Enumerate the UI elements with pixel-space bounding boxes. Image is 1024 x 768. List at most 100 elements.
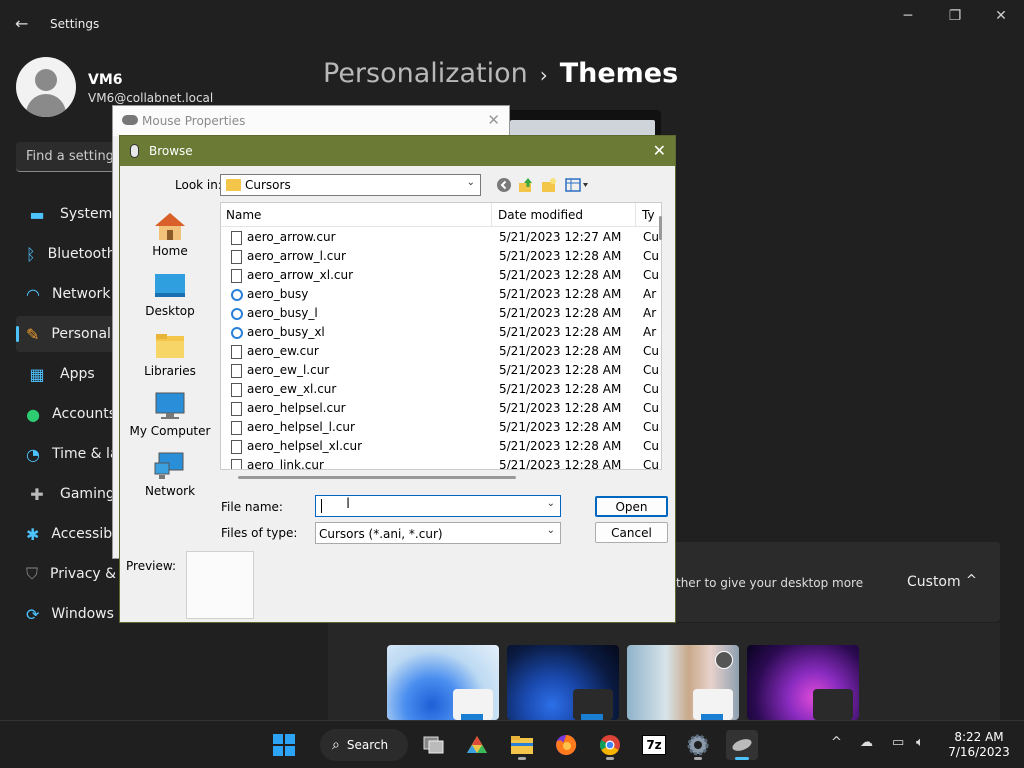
file-row[interactable]: aero_helpsel.cur 5/21/2023 12:28 AM Cu	[221, 399, 661, 418]
horizontal-scrollbar[interactable]	[238, 476, 516, 479]
file-row[interactable]: aero_ew_l.cur 5/21/2023 12:28 AM Cu	[221, 361, 661, 380]
nav-item[interactable]: ▬ System	[16, 196, 116, 232]
nav-item[interactable]: ◠Network & internet	[16, 276, 186, 312]
column-divider[interactable]	[491, 203, 492, 227]
file-row[interactable]: aero_arrow.cur 5/21/2023 12:27 AM Cu	[221, 228, 661, 247]
clock[interactable]: 8:22 AM 7/16/2023	[944, 730, 1014, 760]
column-header-type[interactable]: Ty	[642, 208, 655, 222]
brush-icon: ✎	[26, 324, 40, 344]
7zip-icon[interactable]: 7z	[638, 730, 670, 760]
file-explorer-icon[interactable]	[506, 730, 538, 760]
file-date: 5/21/2023 12:27 AM	[499, 230, 622, 244]
photos-icon[interactable]	[461, 730, 493, 760]
close-icon[interactable]: ✕	[487, 111, 500, 129]
home-icon	[155, 213, 185, 240]
place-label: My Computer	[129, 424, 211, 438]
place-my-computer[interactable]: My Computer	[120, 387, 220, 447]
window-title: Settings	[50, 17, 100, 31]
place-desktop[interactable]: Desktop	[120, 267, 220, 327]
task-view-icon[interactable]	[418, 730, 450, 760]
file-type: Cu	[643, 249, 659, 263]
chevron-down-icon[interactable]: ⌄	[547, 498, 555, 509]
open-button[interactable]: Open	[595, 496, 668, 517]
active-indicator	[735, 757, 749, 760]
file-row[interactable]: aero_link.cur 5/21/2023 12:28 AM Cu	[221, 456, 661, 469]
preview-label: Preview:	[126, 559, 177, 573]
file-date: 5/21/2023 12:28 AM	[499, 325, 622, 339]
theme-thumbnail-glow[interactable]	[627, 645, 739, 720]
start-button[interactable]	[268, 730, 300, 760]
column-header-date-modified[interactable]: Date modified	[498, 208, 583, 222]
theme-thumbnail-windows-light[interactable]	[387, 645, 499, 720]
nav-item[interactable]: ✎ Personalization	[16, 316, 158, 352]
file-row[interactable]: aero_busy 5/21/2023 12:28 AM Ar	[221, 285, 661, 304]
taskbar: ⌕ Search 7z ^ ☁ ▭ 🔈︎ 8:22 AM 7/16/2023	[0, 720, 1024, 768]
file-row[interactable]: aero_arrow_xl.cur 5/21/2023 12:28 AM Cu	[221, 266, 661, 285]
nav-item[interactable]: ⛉ Privacy & security	[16, 556, 176, 592]
file-row[interactable]: aero_helpsel_l.cur 5/21/2023 12:28 AM Cu	[221, 418, 661, 437]
back-arrow-icon[interactable]: ←	[15, 14, 28, 33]
nav-item[interactable]: ◔Time & language	[16, 436, 171, 472]
cloud-offline-icon[interactable]: ☁	[860, 735, 873, 750]
file-row[interactable]: aero_helpsel_xl.cur 5/21/2023 12:28 AM Cu	[221, 437, 661, 456]
cancel-button[interactable]: Cancel	[595, 522, 668, 543]
files-of-type-dropdown[interactable]: Cursors (*.ani, *.cur) ⌄	[315, 522, 561, 544]
chevron-down-icon[interactable]: ⌄	[467, 177, 475, 188]
chrome-icon[interactable]	[594, 730, 626, 760]
volume-icon[interactable]: 🔈︎	[916, 735, 924, 750]
breadcrumb-parent[interactable]: Personalization	[323, 58, 528, 89]
settings-search-input[interactable]: Find a setting	[16, 142, 116, 172]
up-folder-icon[interactable]	[517, 176, 535, 194]
file-row[interactable]: aero_ew_xl.cur 5/21/2023 12:28 AM Cu	[221, 380, 661, 399]
file-name-input[interactable]: ⌄	[315, 495, 561, 517]
column-header-name[interactable]: Name	[226, 208, 261, 222]
maximize-icon[interactable]: ❐	[940, 8, 970, 24]
back-icon[interactable]	[495, 176, 513, 194]
taskbar-search[interactable]: ⌕ Search	[320, 729, 408, 761]
user-avatar[interactable]	[16, 57, 76, 117]
place-home[interactable]: Home	[120, 207, 220, 267]
close-icon[interactable]: ✕	[986, 8, 1016, 24]
theme-thumbnail-captured-motion[interactable]	[747, 645, 859, 720]
nav-item[interactable]: ● Accounts	[16, 396, 116, 432]
nav-item[interactable]: ✚ Gaming	[16, 476, 116, 512]
file-list[interactable]: ^ Name Date modified Ty aero_arrow.cur 5/…	[220, 202, 662, 470]
look-in-dropdown[interactable]: Cursors ⌄	[220, 174, 481, 196]
place-label: Libraries	[144, 364, 196, 378]
breadcrumb-separator: ›	[539, 62, 548, 87]
theme-mini-window	[573, 689, 613, 720]
file-row[interactable]: aero_ew.cur 5/21/2023 12:28 AM Cu	[221, 342, 661, 361]
nav-item[interactable]: ⟳ Windows Update	[16, 596, 169, 632]
file-date: 5/21/2023 12:28 AM	[499, 401, 622, 415]
close-icon[interactable]: ✕	[653, 141, 666, 160]
file-name: aero_busy_l	[247, 306, 318, 320]
column-divider[interactable]	[635, 203, 636, 227]
new-folder-icon[interactable]	[540, 176, 558, 194]
settings-gear-icon[interactable]	[682, 730, 714, 760]
file-row[interactable]: aero_busy_xl 5/21/2023 12:28 AM Ar	[221, 323, 661, 342]
nav-item[interactable]: ᛒBluetooth & devices	[16, 236, 189, 272]
chevron-up-icon[interactable]: ^	[831, 735, 842, 750]
mouse-icon[interactable]	[726, 730, 758, 760]
browse-title: Browse	[149, 144, 193, 158]
view-menu-icon[interactable]	[564, 176, 590, 194]
file-name: aero_helpsel_l.cur	[247, 420, 355, 434]
chevron-up-icon[interactable]: ^	[966, 573, 977, 588]
chevron-down-icon[interactable]: ⌄	[547, 525, 555, 536]
file-row[interactable]: aero_busy_l 5/21/2023 12:28 AM Ar	[221, 304, 661, 323]
network-status-icon[interactable]: ▭	[892, 735, 904, 750]
place-network[interactable]: Network	[120, 447, 220, 507]
nav-item[interactable]: ▦ Apps	[16, 356, 116, 392]
running-indicator	[606, 757, 614, 760]
vertical-scrollbar[interactable]	[659, 216, 662, 240]
theme-thumbnail-windows-dark[interactable]	[507, 645, 619, 720]
nav-item[interactable]: ✱ Accessibility	[16, 516, 138, 552]
user-name: VM6	[88, 72, 123, 88]
gamepad-icon: ✚	[30, 484, 44, 504]
place-libraries[interactable]: Libraries	[120, 327, 220, 387]
file-row[interactable]: aero_arrow_l.cur 5/21/2023 12:28 AM Cu	[221, 247, 661, 266]
minimize-icon[interactable]: ─	[893, 8, 923, 24]
firefox-icon[interactable]	[550, 730, 582, 760]
file-type: Cu	[643, 363, 659, 377]
folder-icon	[226, 179, 241, 191]
